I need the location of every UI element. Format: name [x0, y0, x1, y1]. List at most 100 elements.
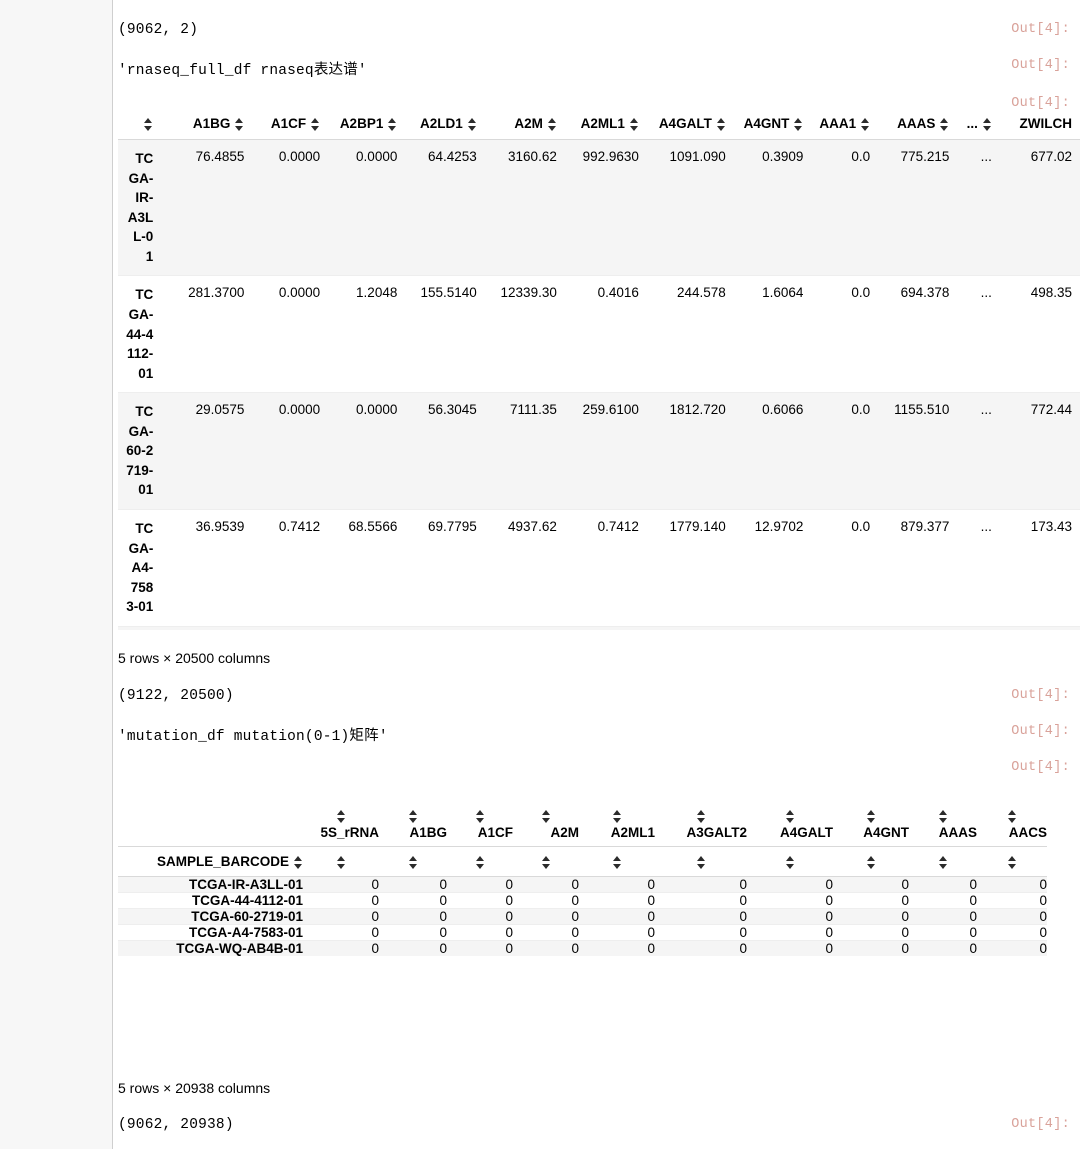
sort-arrow-icon[interactable] — [475, 855, 485, 869]
mutation-sort-cell-3[interactable] — [513, 800, 579, 823]
rnaseq-col-header-4[interactable]: A2M — [484, 110, 565, 140]
sort-arrow-icon[interactable] — [982, 117, 992, 131]
mutation-sort-cell-0[interactable] — [303, 800, 379, 823]
sort-arrow-icon[interactable] — [336, 809, 346, 823]
rnaseq-col-label-3: A2LD1 — [420, 116, 463, 131]
mutation-index-sort-7[interactable] — [833, 846, 909, 877]
rnaseq-cell-4-4: 39655.70 — [484, 625, 565, 630]
rnaseq-col-header-3[interactable]: A2LD1 — [405, 110, 485, 140]
rnaseq-col-label-6: A4GALT — [658, 116, 712, 131]
sort-arrow-icon[interactable] — [1007, 809, 1017, 823]
mutation-sort-cell-6[interactable] — [747, 800, 833, 823]
rnaseq-col-header-10[interactable]: ... — [957, 110, 1000, 140]
rnaseq-index-header[interactable] — [118, 110, 162, 140]
rnaseq-col-header-1[interactable]: A1CF — [252, 110, 329, 140]
mutation-col-header-0[interactable]: 5S_rRNA — [303, 823, 379, 847]
mutation-dataframe-container[interactable]: 5S_rRNA A1BG A1CF A2M A2ML1 A3GALT2 A4GA… — [118, 800, 1080, 1060]
mutation-cell-4-4: 0 — [579, 940, 655, 956]
sort-arrow-icon[interactable] — [388, 117, 397, 131]
sort-arrow-icon[interactable] — [467, 117, 477, 131]
mutation-col-header-4[interactable]: A2ML1 — [579, 823, 655, 847]
sort-arrow-icon[interactable] — [716, 117, 726, 131]
mutation-index-sort-6[interactable] — [747, 846, 833, 877]
sort-arrow-icon[interactable] — [541, 855, 551, 869]
mutation-cell-2-0: 0 — [303, 908, 379, 925]
sort-arrow-icon[interactable] — [696, 809, 706, 823]
rnaseq-col-header-6[interactable]: A4GALT — [646, 110, 734, 140]
sort-arrow-icon[interactable] — [866, 855, 876, 869]
mutation-cell-4-1: 0 — [379, 940, 447, 956]
sort-arrow-icon[interactable] — [294, 855, 303, 869]
sort-arrow-icon[interactable] — [235, 117, 244, 131]
sort-arrow-icon[interactable] — [311, 117, 320, 131]
sort-arrow-icon[interactable] — [336, 855, 346, 869]
mutation-index-sort-1[interactable] — [379, 846, 447, 877]
sort-arrow-icon[interactable] — [408, 855, 418, 869]
mutation-row-index-3: TCGA-A4-7583-01 — [118, 924, 303, 941]
sort-arrow-icon[interactable] — [696, 855, 706, 869]
rnaseq-col-header-7[interactable]: A4GNT — [733, 110, 812, 140]
mutation-sort-cell-9[interactable] — [977, 800, 1047, 823]
mutation-col-header-3[interactable]: A2M — [513, 823, 579, 847]
rnaseq-cell-1-9: 694.378 — [878, 275, 958, 393]
sort-arrow-icon[interactable] — [408, 809, 418, 823]
rnaseq-col-header-11[interactable]: ZWILCH — [999, 110, 1080, 140]
mutation-index-sort-0[interactable] — [303, 846, 379, 877]
rnaseq-cell-3-4: 4937.62 — [484, 509, 565, 627]
mutation-col-header-2[interactable]: A1CF — [447, 823, 513, 847]
mutation-index-sort-2[interactable] — [447, 846, 513, 877]
rnaseq-cell-0-0: 76.4855 — [161, 138, 253, 276]
rnaseq-cell-1-11: 498.35 — [999, 275, 1080, 393]
mutation-cell-0-6: 0 — [747, 876, 833, 893]
output-prompt-2: Out[4]: — [1011, 58, 1070, 73]
mutation-index-name[interactable]: SAMPLE_BARCODE — [118, 846, 303, 877]
mutation-col-header-5[interactable]: A3GALT2 — [655, 823, 747, 847]
sort-arrow-icon[interactable] — [629, 117, 639, 131]
mutation-col-header-6[interactable]: A4GALT — [747, 823, 833, 847]
mutation-col-header-7[interactable]: A4GNT — [833, 823, 909, 847]
sort-arrow-icon[interactable] — [612, 855, 622, 869]
rnaseq-col-label-4: A2M — [514, 116, 543, 131]
sort-arrow-icon[interactable] — [794, 117, 803, 131]
mutation-cell-1-9: 0 — [977, 892, 1047, 909]
mutation-sort-cell-8[interactable] — [909, 800, 977, 823]
rnaseq-col-header-9[interactable]: AAAS — [878, 110, 958, 140]
sort-arrow-icon[interactable] — [785, 855, 795, 869]
mutation-index-sort-9[interactable] — [977, 846, 1047, 877]
sort-arrow-icon[interactable] — [938, 855, 948, 869]
mutation-index-sort-3[interactable] — [513, 846, 579, 877]
mutation-cell-0-2: 0 — [447, 876, 513, 893]
sort-arrow-icon[interactable] — [475, 809, 485, 823]
sort-arrow-icon[interactable] — [547, 117, 557, 131]
mutation-col-header-1[interactable]: A1BG — [379, 823, 447, 847]
mutation-index-sort-4[interactable] — [579, 846, 655, 877]
mutation-col-header-8[interactable]: AAAS — [909, 823, 977, 847]
mutation-cell-1-2: 0 — [447, 892, 513, 909]
rnaseq-dataframe-container[interactable]: A1BG A1CF A2BP1 A2LD1 A2M A2ML1 A4GALT A… — [118, 110, 1080, 630]
rnaseq-col-header-2[interactable]: A2BP1 — [328, 110, 406, 140]
table-row: TCGA-60-2719-01 29.0575 0.0000 0.0000 56… — [118, 392, 1080, 510]
sort-arrow-icon[interactable] — [541, 809, 551, 823]
rnaseq-col-header-5[interactable]: A2ML1 — [564, 110, 647, 140]
sort-arrow-icon[interactable] — [866, 809, 876, 823]
mutation-index-sort-5[interactable] — [655, 846, 747, 877]
rnaseq-col-header-8[interactable]: AAA1 — [811, 110, 879, 140]
mutation-sort-cell-2[interactable] — [447, 800, 513, 823]
sort-arrow-icon[interactable] — [1007, 855, 1017, 869]
mutation-sort-cell-1[interactable] — [379, 800, 447, 823]
sort-arrow-icon[interactable] — [938, 809, 948, 823]
rnaseq-cell-4-3: 251.4350 — [405, 625, 485, 630]
mutation-col-header-9[interactable]: AACS — [977, 823, 1047, 847]
mutation-index-sort-8[interactable] — [909, 846, 977, 877]
sort-arrow-icon[interactable] — [785, 809, 795, 823]
mutation-body: TCGA-IR-A3LL-01 0 0 0 0 0 0 0 0 0 0 TCGA… — [118, 876, 1047, 956]
sort-arrow-icon[interactable] — [612, 809, 622, 823]
mutation-sort-cell-4[interactable] — [579, 800, 655, 823]
mutation-sort-cell-7[interactable] — [833, 800, 909, 823]
sort-arrow-icon[interactable] — [940, 117, 949, 131]
rnaseq-col-header-0[interactable]: A1BG — [161, 110, 253, 140]
rnaseq-cell-0-9: 775.215 — [878, 138, 958, 276]
sort-arrow-icon[interactable] — [144, 117, 153, 131]
mutation-sort-cell-5[interactable] — [655, 800, 747, 823]
sort-arrow-icon[interactable] — [861, 117, 870, 131]
